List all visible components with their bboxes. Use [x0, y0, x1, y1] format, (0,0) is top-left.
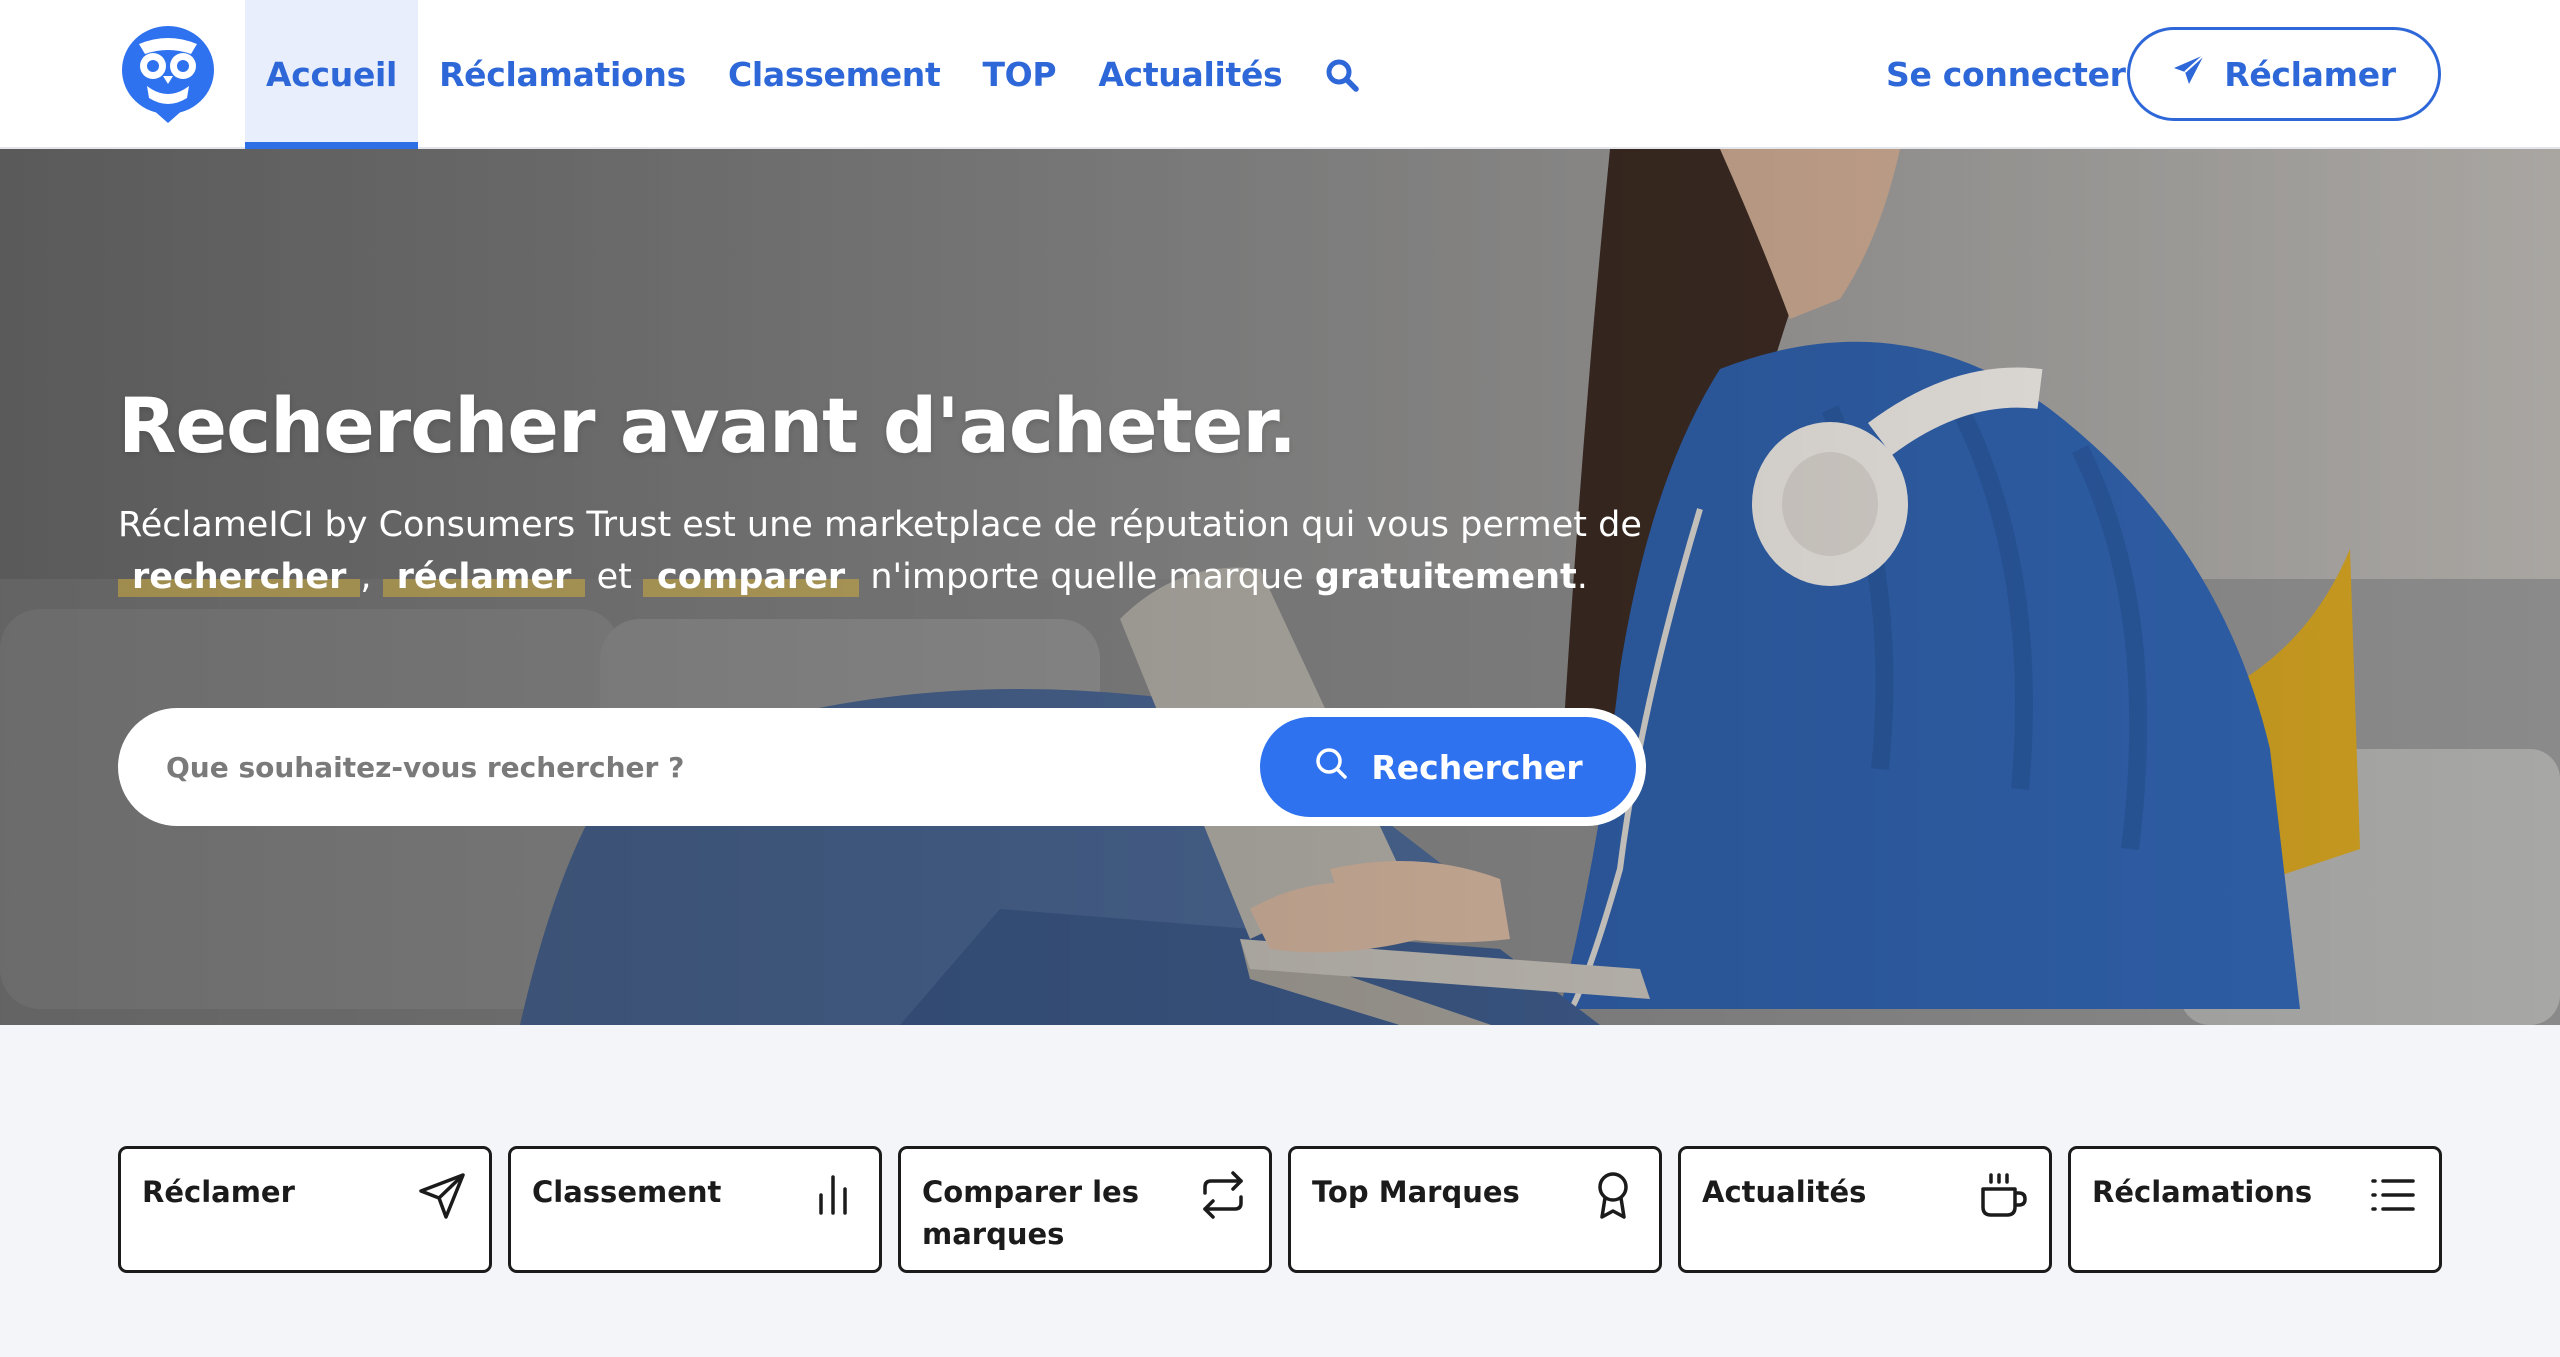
- nav-accueil[interactable]: Accueil: [245, 0, 419, 149]
- search-icon[interactable]: [1303, 0, 1379, 149]
- hero-search-bar: Rechercher: [118, 708, 1646, 826]
- paper-plane-icon: [419, 1173, 465, 1219]
- card-actualites[interactable]: Actualités: [1678, 1146, 2052, 1273]
- quick-links: Réclamer Classement Comparer les marques…: [118, 1146, 2442, 1273]
- keyword-comparer: comparer: [643, 557, 860, 597]
- hero-desc-sep2: et: [596, 557, 632, 597]
- card-label: Actualités: [1702, 1175, 1867, 1209]
- swap-arrows-icon: [1203, 1171, 1243, 1219]
- rechercher-button-label: Rechercher: [1371, 747, 1583, 787]
- card-comparer[interactable]: Comparer les marques: [898, 1146, 1272, 1273]
- owl-logo-icon[interactable]: [121, 24, 215, 124]
- list-icon: [2371, 1179, 2415, 1211]
- coffee-cup-icon: [1981, 1173, 2027, 1217]
- card-reclamer[interactable]: Réclamer: [118, 1146, 492, 1273]
- reclamer-button[interactable]: Réclamer: [2127, 27, 2441, 121]
- nav-top[interactable]: TOP: [961, 0, 1077, 149]
- award-ribbon-icon: [1598, 1172, 1628, 1219]
- nav-reclamations[interactable]: Réclamations: [418, 0, 707, 149]
- nav-actualites[interactable]: Actualités: [1077, 0, 1303, 149]
- rechercher-button[interactable]: Rechercher: [1260, 717, 1636, 817]
- reclamer-button-label: Réclamer: [2224, 54, 2396, 94]
- card-label: Réclamer: [142, 1175, 295, 1209]
- card-label: Classement: [532, 1175, 722, 1209]
- hero-desc-sep1: ,: [360, 557, 372, 597]
- keyword-rechercher: rechercher: [118, 557, 361, 597]
- card-top-marques[interactable]: Top Marques: [1288, 1146, 1662, 1273]
- hero-search-input[interactable]: [166, 737, 1246, 797]
- login-link[interactable]: Se connecter: [1886, 0, 2126, 149]
- card-label: Comparer les marques: [922, 1175, 1139, 1251]
- card-classement[interactable]: Classement: [508, 1146, 882, 1273]
- hero-desc-line1: RéclameICI by Consumers Trust est une ma…: [118, 505, 1642, 545]
- hero-section: Rechercher avant d'acheter. RéclameICI b…: [0, 149, 2560, 1025]
- search-icon: [1313, 745, 1349, 789]
- nav-classement[interactable]: Classement: [707, 0, 962, 149]
- card-reclamations[interactable]: Réclamations: [2068, 1146, 2442, 1273]
- main-nav: Accueil Réclamations Classement TOP Actu…: [245, 0, 1379, 149]
- card-label: Top Marques: [1312, 1175, 1520, 1209]
- hero-desc-end: .: [1576, 557, 1588, 597]
- bar-chart-icon: [819, 1175, 847, 1215]
- hero-title: Rechercher avant d'acheter.: [118, 381, 1297, 470]
- site-header: Accueil Réclamations Classement TOP Actu…: [0, 0, 2560, 149]
- hero-desc-bold: gratuitement: [1314, 557, 1577, 597]
- card-label: Réclamations: [2092, 1175, 2313, 1209]
- paper-plane-icon: [2172, 53, 2206, 95]
- hero-description: RéclameICI by Consumers Trust est une ma…: [118, 499, 1698, 603]
- hero-desc-tail: n'importe quelle marque: [870, 557, 1304, 597]
- keyword-reclamer: réclamer: [382, 557, 586, 597]
